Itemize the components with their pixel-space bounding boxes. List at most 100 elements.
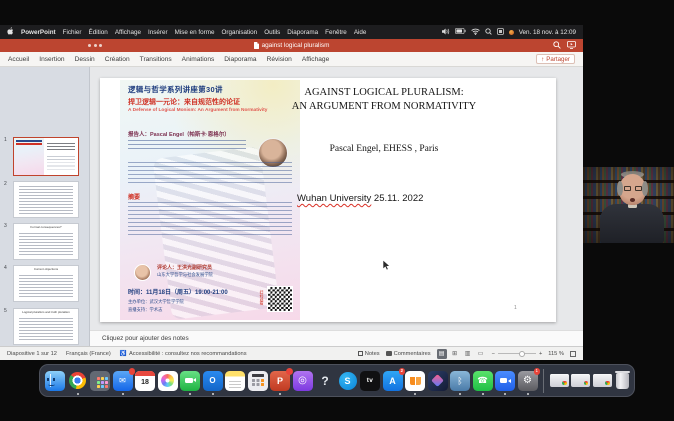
fit-slide-icon[interactable] xyxy=(570,351,576,357)
notes-toggle[interactable]: Notes xyxy=(358,351,380,357)
tab-creation[interactable]: Création xyxy=(105,56,130,63)
dock-bluetooth[interactable]: ᛒ xyxy=(450,371,470,391)
tab-revision[interactable]: Révision xyxy=(267,56,292,63)
dock-mail[interactable]: ✉ xyxy=(113,371,133,391)
slide-author[interactable]: Pascal Engel, EHESS , Paris xyxy=(284,144,484,154)
tab-insertion[interactable]: Insertion xyxy=(39,56,64,63)
thumbnail-slide-2[interactable] xyxy=(13,181,79,218)
battery-icon[interactable] xyxy=(455,28,466,36)
thumb-number: 3 xyxy=(4,223,7,229)
thumbnail-slide-3[interactable]: Formal consequences? xyxy=(13,223,79,260)
apple-menu-icon[interactable] xyxy=(7,27,14,37)
dock-trash[interactable] xyxy=(616,373,629,389)
screen: PowerPoint Fichier Édition Affichage Ins… xyxy=(0,0,674,421)
dock-powerpoint[interactable]: P xyxy=(270,371,290,391)
tab-dessin[interactable]: Dessin xyxy=(75,56,95,63)
dock-shortcuts[interactable] xyxy=(428,371,448,391)
slide-thumbnail-panel[interactable]: 1 2 3 Formal consequences? 4 Current obj… xyxy=(0,67,90,346)
volume-icon[interactable] xyxy=(442,28,450,37)
minimized-window-2[interactable] xyxy=(571,374,590,387)
input-source-icon[interactable] xyxy=(497,28,504,37)
view-sorter-button[interactable]: ⊞ xyxy=(450,349,460,359)
status-orb-icon[interactable] xyxy=(509,30,514,35)
dock-missing-app[interactable]: ? xyxy=(315,371,335,391)
spotlight-icon[interactable] xyxy=(485,28,492,37)
menu-item-edition[interactable]: Édition xyxy=(89,29,108,36)
notes-icon xyxy=(358,351,363,356)
dock-photos[interactable] xyxy=(158,371,178,391)
thumb-number: 4 xyxy=(4,265,7,271)
view-reading-button[interactable]: ▥ xyxy=(463,349,473,359)
poster-organizer: 主办单位：武汉大学哲学学院 xyxy=(128,299,184,305)
search-icon[interactable] xyxy=(553,41,561,51)
menu-item-affichage[interactable]: Affichage xyxy=(115,29,141,36)
thumbnail-slide-1[interactable] xyxy=(13,137,79,176)
slide-canvas[interactable]: 逻辑与哲学系列讲座第30讲 捍卫逻辑一元论：来自规范性的论证 A Defense… xyxy=(90,67,583,330)
view-slideshow-button[interactable]: ▭ xyxy=(476,349,486,359)
window-controls[interactable] xyxy=(88,44,102,47)
slide-title[interactable]: AGAINST LOGICAL PLURALISM: AN ARGUMENT F… xyxy=(284,86,484,113)
dock-whatsapp[interactable]: ☎ xyxy=(473,371,493,391)
bluetooth-icon: ᛒ xyxy=(457,376,462,386)
accessibility-check[interactable]: ♿ Accessibilité : consultez nos recomman… xyxy=(120,351,247,357)
zoom-slider[interactable]: − + xyxy=(492,351,543,357)
menu-clock[interactable]: Ven. 18 nov. à 12:09 xyxy=(519,29,576,36)
app-store-icon: A xyxy=(389,376,396,386)
dock-settings[interactable]: ⚙1 xyxy=(518,371,538,391)
tab-accueil[interactable]: Accueil xyxy=(8,56,29,63)
dock-facetime[interactable] xyxy=(180,371,200,391)
slide-venue[interactable]: Wuhan University 25.11. 2022 xyxy=(297,193,423,204)
thumbnail-slide-5[interactable]: Logical pluralism and truth pluralism xyxy=(13,308,79,345)
zoom-out-icon[interactable]: − xyxy=(492,351,495,357)
tab-animations[interactable]: Animations xyxy=(182,56,215,63)
share-button[interactable]: ↑ Partager xyxy=(536,54,575,64)
view-normal-button[interactable]: ▤ xyxy=(437,349,447,359)
menu-item-inserer[interactable]: Insérer xyxy=(148,29,168,36)
dock-app-store[interactable]: A2 xyxy=(383,371,403,391)
lecture-poster-image[interactable]: 逻辑与哲学系列讲座第30讲 捍卫逻辑一元论：来自规范性的论证 A Defense… xyxy=(120,80,300,320)
tab-diaporama[interactable]: Diaporama xyxy=(224,56,256,63)
present-icon[interactable] xyxy=(567,41,576,51)
poster-title-en: A Defense of Logical Monism: An Argument… xyxy=(128,108,280,114)
dock-finder[interactable] xyxy=(45,371,65,391)
thumbnail-slide-4[interactable]: Current objections xyxy=(13,265,79,302)
menu-item-aide[interactable]: Aide xyxy=(354,29,367,36)
dock-chrome[interactable] xyxy=(68,371,88,391)
zoom-in-icon[interactable]: + xyxy=(539,351,542,357)
glasses xyxy=(623,186,643,192)
dock-calculator[interactable] xyxy=(248,371,268,391)
menu-item-organisation[interactable]: Organisation xyxy=(221,29,257,36)
dock-zoom[interactable] xyxy=(495,371,515,391)
notes-pane[interactable]: Cliquez pour ajouter des notes xyxy=(90,330,583,346)
menu-item-powerpoint[interactable]: PowerPoint xyxy=(21,29,56,36)
minimized-window-3[interactable] xyxy=(593,374,612,387)
tab-affichage[interactable]: Affichage xyxy=(302,56,329,63)
zoom-knob[interactable] xyxy=(519,351,525,357)
menu-item-mise-en-forme[interactable]: Mise en forme xyxy=(175,29,215,36)
slide-position: Diapositive 1 sur 12 xyxy=(7,351,57,357)
current-slide[interactable]: 逻辑与哲学系列讲座第30讲 捍卫逻辑一元论：来自规范性的论证 A Defense… xyxy=(100,78,556,322)
dock-apple-tv[interactable]: tv xyxy=(360,371,380,391)
dock-outlook[interactable]: O xyxy=(203,371,223,391)
dock-notes[interactable] xyxy=(225,371,245,391)
dock-calendar[interactable]: 18 xyxy=(135,371,155,391)
menu-item-diaporama[interactable]: Diaporama xyxy=(287,29,318,36)
minimized-window-1[interactable] xyxy=(550,374,569,387)
menu-item-fenetre[interactable]: Fenêtre xyxy=(325,29,347,36)
dock-books[interactable] xyxy=(405,371,425,391)
dock-launchpad[interactable] xyxy=(90,371,110,391)
menu-item-outils[interactable]: Outils xyxy=(264,29,280,36)
notes-placeholder[interactable]: Cliquez pour ajouter des notes xyxy=(102,335,189,342)
qr-code xyxy=(267,286,293,312)
webcam-video-overlay[interactable] xyxy=(583,167,674,243)
comments-toggle[interactable]: Commentaires xyxy=(386,351,431,357)
dock-podcasts[interactable]: ◎ xyxy=(293,371,313,391)
dock-skype[interactable]: S xyxy=(338,371,358,391)
menu-item-fichier[interactable]: Fichier xyxy=(63,29,82,36)
ribbon-tabs: Accueil Insertion Dessin Création Transi… xyxy=(0,52,583,67)
document-icon xyxy=(254,42,259,49)
commentator-photo xyxy=(134,264,151,281)
language-indicator[interactable]: Français (France) xyxy=(66,351,111,357)
tab-transitions[interactable]: Transitions xyxy=(140,56,172,63)
wifi-icon[interactable] xyxy=(471,28,480,37)
